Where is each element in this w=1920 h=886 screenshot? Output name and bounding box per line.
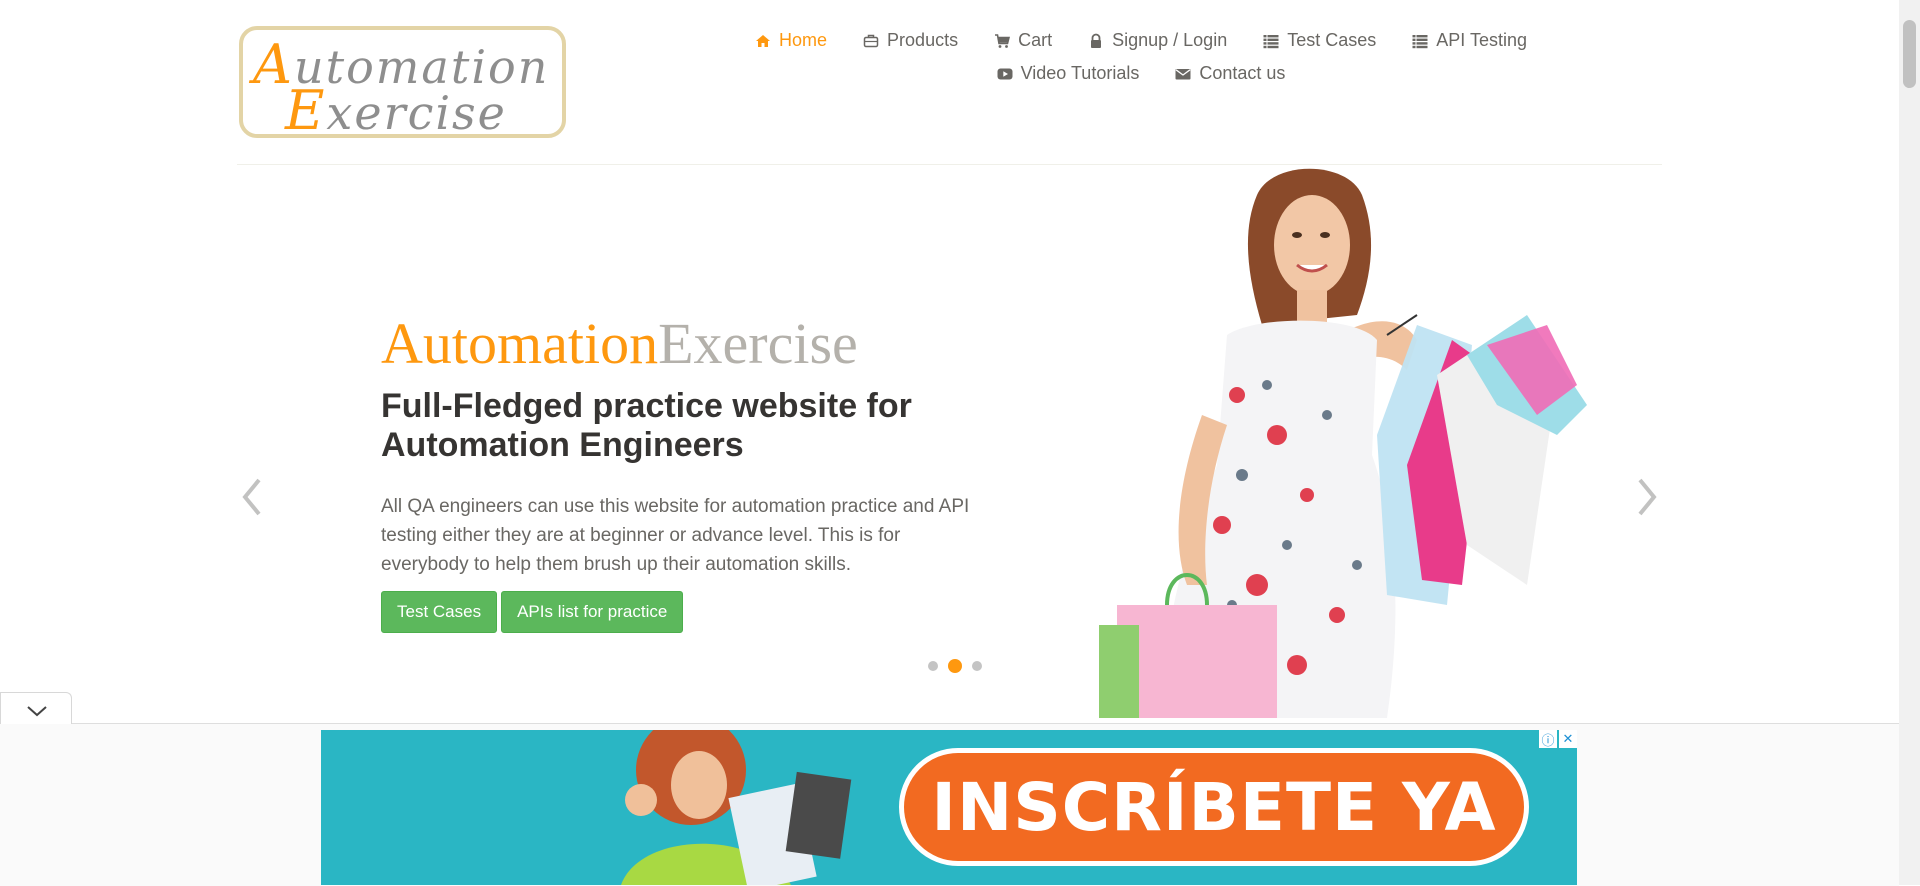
apis-list-button[interactable]: APIs list for practice [501,591,684,633]
envelope-icon [1175,66,1191,82]
page-scrollbar[interactable] [1899,0,1920,885]
list-icon [1412,33,1428,49]
nav-contact-us[interactable]: Contact us [1175,63,1285,84]
ad-cta-button[interactable]: INSCRÍBETE YA [899,748,1529,866]
carousel-indicator-1[interactable] [928,661,938,671]
hero-carousel: AutomationExercise Full-Fledged practice… [237,165,1662,718]
nav-products[interactable]: Products [863,30,958,51]
nav-test-cases[interactable]: Test Cases [1263,30,1376,51]
nav-cart[interactable]: Cart [994,30,1052,51]
carousel-indicator-3[interactable] [972,661,982,671]
hero-brand-title: AutomationExercise [381,311,858,376]
ad-close-icon[interactable]: ✕ [1559,730,1577,748]
carousel-indicators [923,659,987,673]
nav-home[interactable]: Home [755,30,827,51]
carousel-prev-button[interactable] [237,472,267,522]
hero-buttons: Test Cases APIs list for practice [381,591,687,633]
ad-banner[interactable]: INSCRÍBETE YA ⓘ ✕ [321,730,1577,885]
site-logo[interactable]: Automation Exercise [239,26,566,138]
lock-icon [1088,33,1104,49]
chevron-down-icon [27,706,47,717]
carousel-indicator-2[interactable] [948,659,962,673]
nav-video-tutorials[interactable]: Video Tutorials [997,63,1139,84]
nav-signup-login[interactable]: Signup / Login [1088,30,1227,51]
scrollbar-thumb[interactable] [1903,20,1916,88]
chevron-left-icon [242,478,261,516]
ad-collapse-toggle[interactable] [0,692,72,724]
ad-info-icon[interactable]: ⓘ [1539,730,1557,749]
hero-image-shopping-girl [1057,165,1617,718]
cart-icon [994,33,1011,49]
logo-line-2: Exercise [285,79,507,138]
briefcase-icon [863,33,879,49]
nav-api-testing[interactable]: API Testing [1412,30,1527,51]
home-icon [755,33,771,49]
youtube-play-icon [997,66,1013,82]
hero-headline: Full-Fledged practice website for Automa… [381,387,912,464]
test-cases-button[interactable]: Test Cases [381,591,498,633]
hero-description: All QA engineers can use this website fo… [381,496,970,575]
chevron-right-icon [1638,478,1657,516]
site-header: Automation Exercise Home Products Cart S… [0,0,1899,165]
main-nav: Home Products Cart Signup / Login Test C… [746,30,1536,84]
list-icon [1263,33,1279,49]
carousel-next-button[interactable] [1632,472,1662,522]
